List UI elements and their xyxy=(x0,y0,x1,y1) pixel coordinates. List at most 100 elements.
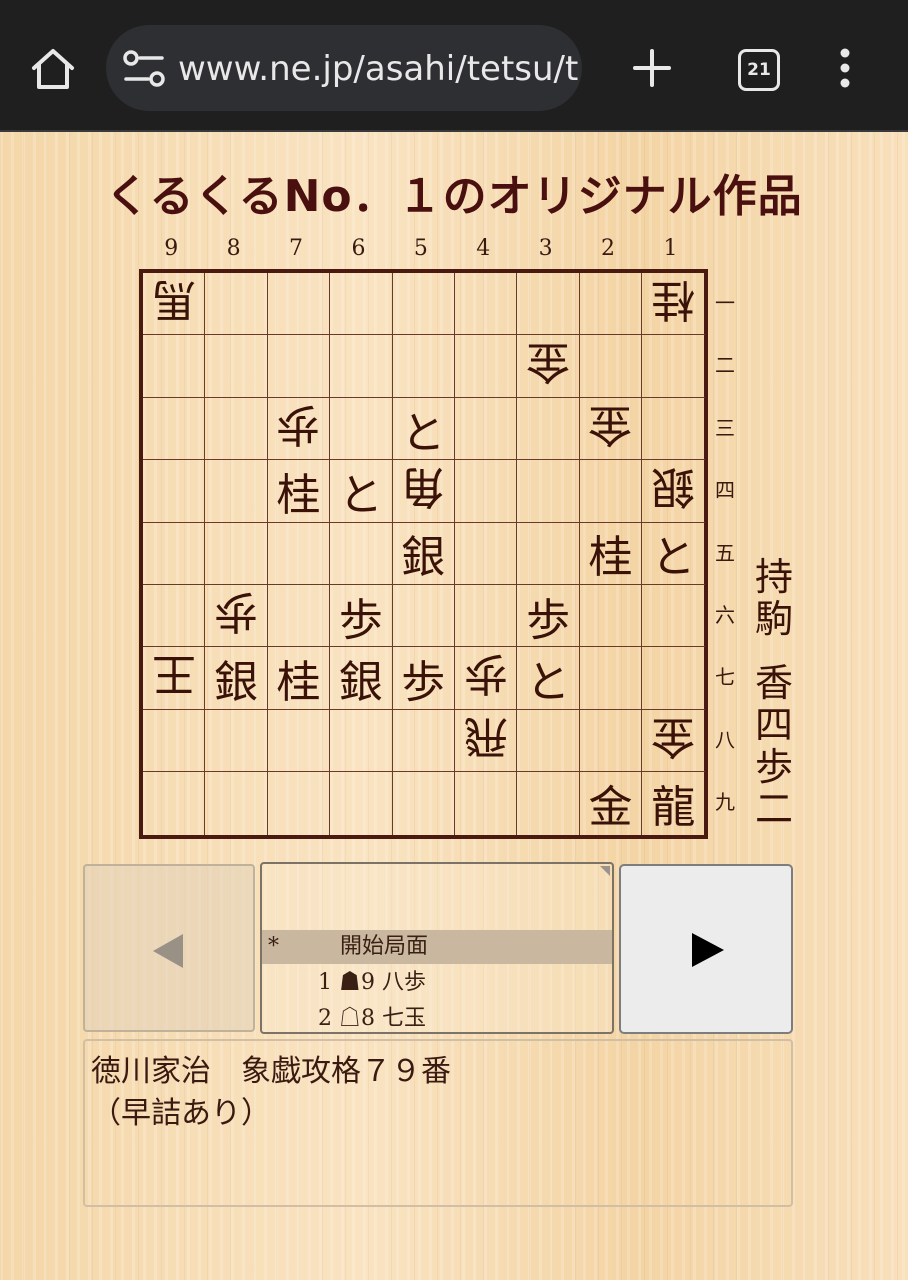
board-square[interactable]: 金 xyxy=(579,397,643,461)
sente-piece[interactable]: 龍 xyxy=(651,771,695,835)
board-square[interactable] xyxy=(205,273,268,336)
board-square[interactable] xyxy=(642,647,705,710)
board-square[interactable]: 銀 xyxy=(392,521,455,585)
board-square[interactable]: 飛 xyxy=(455,709,518,773)
sente-piece[interactable]: 桂 xyxy=(276,459,320,523)
board-square[interactable]: 歩 xyxy=(205,584,268,648)
move-list[interactable]: * 開始局面 1 ☗9 八歩 2 ☖8 七玉 xyxy=(260,862,614,1034)
board-square[interactable] xyxy=(579,335,643,398)
board-square[interactable]: と xyxy=(642,523,705,585)
board-square[interactable] xyxy=(455,335,518,398)
gote-piece[interactable]: 桂 xyxy=(651,272,695,336)
board-square[interactable] xyxy=(642,335,705,398)
board-square[interactable] xyxy=(455,460,518,523)
move-list-item[interactable]: * 開始局面 xyxy=(262,930,612,964)
sente-piece[interactable]: 金 xyxy=(588,771,632,835)
board-square[interactable]: 歩 xyxy=(267,397,331,461)
new-tab-icon[interactable] xyxy=(628,44,676,92)
board-square[interactable] xyxy=(579,647,643,710)
board-square[interactable] xyxy=(143,585,206,648)
board-square[interactable]: 馬 xyxy=(143,272,206,336)
board-square[interactable]: 桂 xyxy=(267,459,331,523)
sente-piece[interactable]: 銀 xyxy=(401,521,445,585)
board-square[interactable] xyxy=(392,585,455,648)
board-square[interactable] xyxy=(455,585,518,648)
board-square[interactable] xyxy=(393,772,455,835)
board-square[interactable] xyxy=(579,273,643,336)
board-square[interactable] xyxy=(267,273,331,336)
board-square[interactable] xyxy=(330,335,393,398)
board-square[interactable]: 銀 xyxy=(330,647,393,710)
board-square[interactable]: と xyxy=(392,397,455,461)
board-square[interactable] xyxy=(205,460,268,523)
sente-piece[interactable]: と xyxy=(339,459,383,523)
board-square[interactable] xyxy=(392,709,455,773)
board-square[interactable]: 王 xyxy=(143,647,206,710)
board-square[interactable] xyxy=(143,709,206,773)
board-square[interactable] xyxy=(579,460,643,523)
board-square[interactable]: 桂 xyxy=(642,272,705,336)
previous-move-button[interactable] xyxy=(83,864,255,1032)
board-square[interactable] xyxy=(267,522,331,585)
board-square[interactable] xyxy=(455,772,518,835)
url-text[interactable]: www.ne.jp/asahi/tetsu/t xyxy=(178,49,578,89)
board-square[interactable] xyxy=(579,585,643,648)
board-square[interactable] xyxy=(267,335,331,398)
board-square[interactable]: 歩 xyxy=(330,584,393,648)
board-square[interactable] xyxy=(268,772,331,835)
sente-piece[interactable]: 歩 xyxy=(526,584,570,648)
more-menu-icon[interactable] xyxy=(830,44,860,92)
board-square[interactable]: 桂 xyxy=(267,646,331,710)
move-list-item[interactable]: 1 ☗9 八歩 xyxy=(262,966,612,1000)
board-square[interactable] xyxy=(642,585,705,648)
board-square[interactable] xyxy=(267,709,331,773)
sente-piece[interactable]: と xyxy=(401,397,445,461)
board-square[interactable] xyxy=(330,522,393,585)
board-square[interactable] xyxy=(579,709,643,773)
sente-piece[interactable]: と xyxy=(526,646,570,710)
sente-piece[interactable]: 桂 xyxy=(276,646,320,710)
board-square[interactable]: と xyxy=(517,646,580,710)
board-square[interactable] xyxy=(330,397,393,461)
gote-piece[interactable]: 銀 xyxy=(651,459,695,523)
board-square[interactable]: 金 xyxy=(517,334,580,398)
board-square[interactable] xyxy=(330,709,393,773)
gote-piece[interactable]: 金 xyxy=(588,397,632,461)
board-square[interactable] xyxy=(517,522,580,585)
board-square[interactable] xyxy=(330,273,393,336)
board-square[interactable] xyxy=(455,273,518,336)
board-square[interactable] xyxy=(455,397,518,461)
board-square[interactable]: 桂 xyxy=(579,521,643,585)
board-square[interactable] xyxy=(205,709,268,773)
board-square[interactable]: と xyxy=(330,459,393,523)
board-square[interactable] xyxy=(455,522,518,585)
board-square[interactable] xyxy=(642,398,705,461)
board-square[interactable] xyxy=(267,585,331,648)
board-square[interactable]: 角 xyxy=(392,460,455,523)
board-square[interactable]: 金 xyxy=(580,771,643,835)
sente-piece[interactable]: 歩 xyxy=(339,584,383,648)
board-square[interactable] xyxy=(143,772,206,835)
board-square[interactable] xyxy=(392,335,455,398)
gote-piece[interactable]: 馬 xyxy=(152,272,196,336)
board-square[interactable]: 歩 xyxy=(455,646,518,710)
gote-piece[interactable]: 歩 xyxy=(214,584,258,648)
home-icon[interactable] xyxy=(28,44,78,94)
board-square[interactable] xyxy=(517,397,580,461)
sente-piece[interactable]: 桂 xyxy=(588,521,632,585)
board-square[interactable]: 歩 xyxy=(392,647,455,710)
board-square[interactable] xyxy=(205,335,268,398)
board-square[interactable] xyxy=(143,522,206,585)
gote-piece[interactable]: 金 xyxy=(526,334,570,398)
board-square[interactable] xyxy=(143,397,206,461)
board-square[interactable] xyxy=(517,709,580,773)
board-square[interactable] xyxy=(205,522,268,585)
tab-switcher-icon[interactable]: 21 xyxy=(738,49,780,91)
gote-piece[interactable]: 歩 xyxy=(464,646,508,710)
board-square[interactable] xyxy=(517,460,580,523)
gote-piece[interactable]: 金 xyxy=(651,709,695,773)
site-settings-icon[interactable] xyxy=(122,49,166,89)
board-square[interactable] xyxy=(517,772,580,835)
board-square[interactable] xyxy=(143,460,206,523)
board-square[interactable] xyxy=(205,397,268,461)
